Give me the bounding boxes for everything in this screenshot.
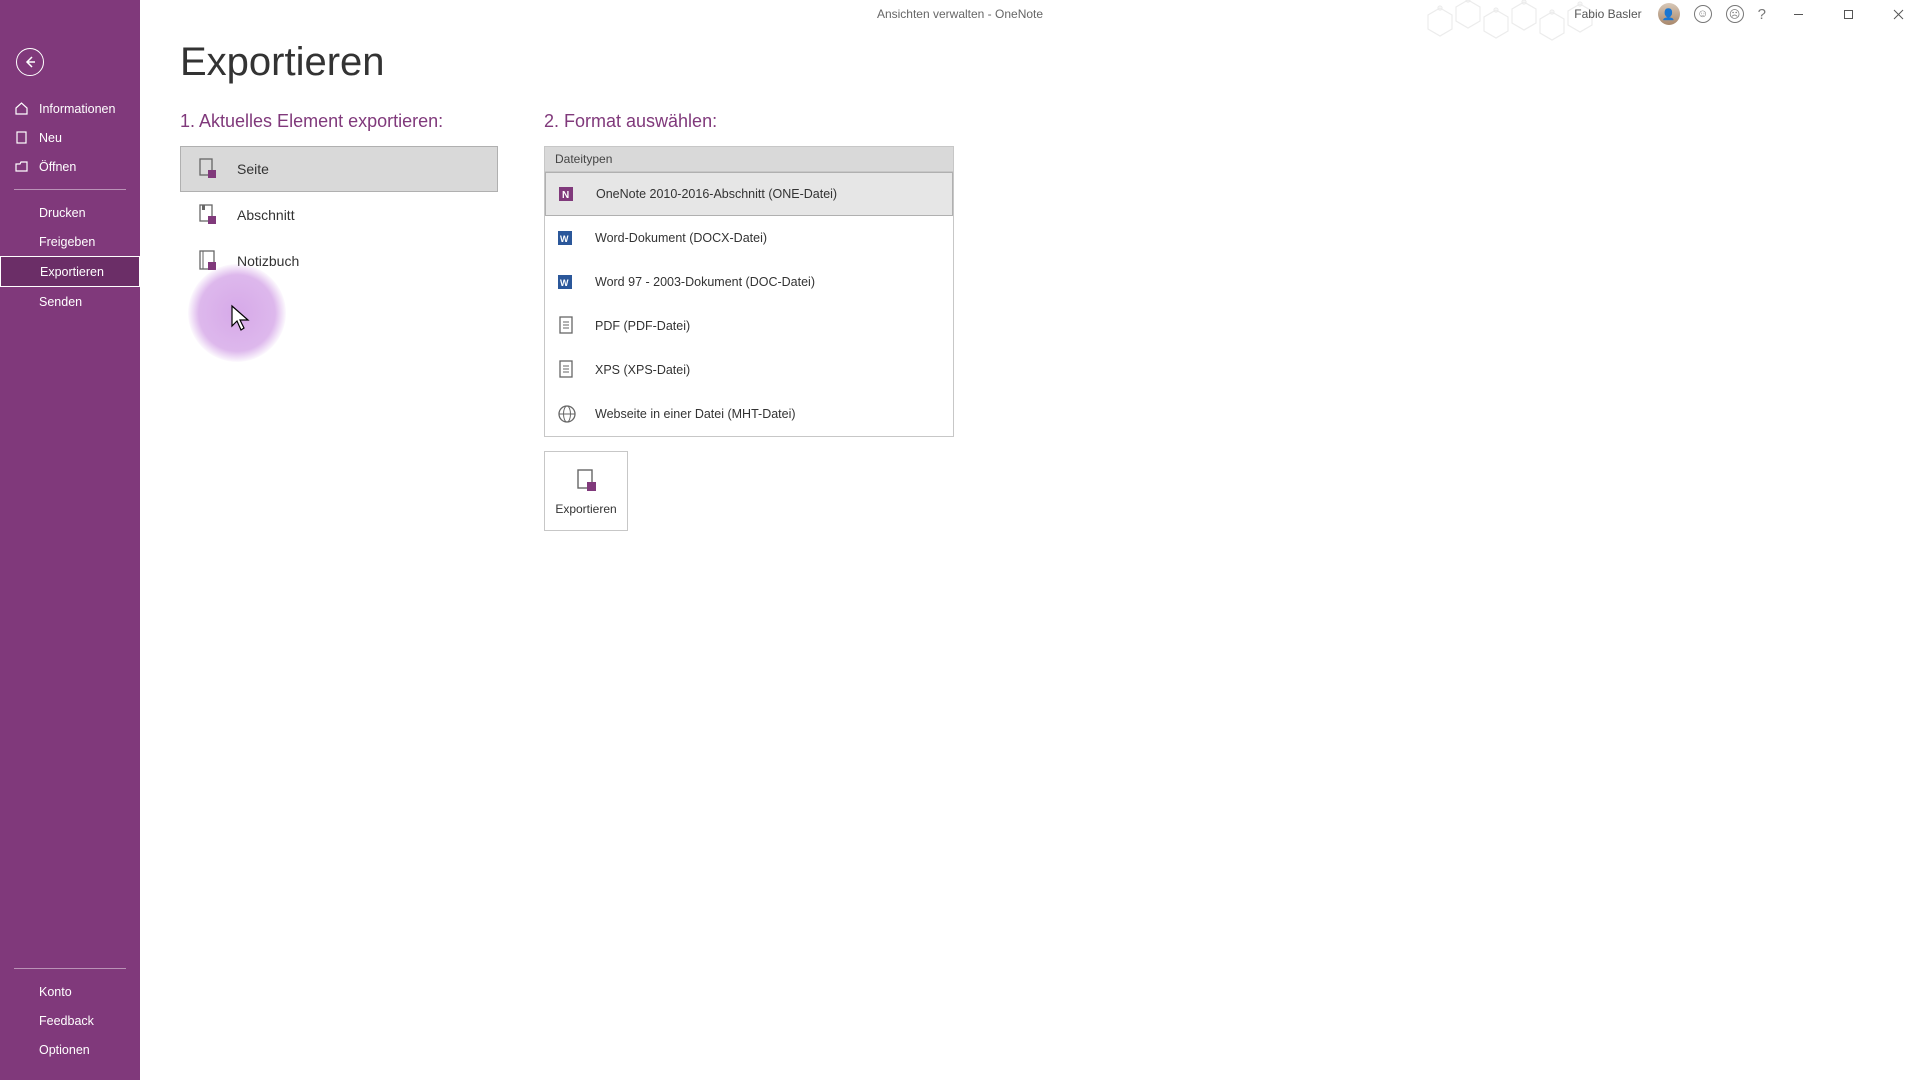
svg-text:N: N [562,190,569,201]
sidebar-item-exportieren[interactable]: Exportieren [0,256,140,287]
notebook-icon [195,248,221,274]
page-icon [195,156,221,182]
minimize-button[interactable] [1780,3,1816,25]
svg-text:W: W [560,234,569,244]
sidebar-item-label: Drucken [39,206,86,220]
sidebar: Informationen Neu Öffnen Drucken Freigeb… [0,0,140,1080]
avatar[interactable]: 👤 [1658,3,1680,25]
format-label: XPS (XPS-Datei) [595,363,690,377]
format-label: PDF (PDF-Datei) [595,319,690,333]
word97-file-icon: W [555,270,579,294]
format-item-onenote[interactable]: N OneNote 2010-2016-Abschnitt (ONE-Datei… [545,172,953,216]
window-title: Ansichten verwalten - OneNote [877,7,1043,21]
sidebar-item-drucken[interactable]: Drucken [0,198,140,227]
export-action-icon [571,466,601,496]
export-format-column: 2. Format auswählen: Dateitypen N OneNot… [544,111,954,531]
sidebar-item-label: Öffnen [39,160,76,174]
sidebar-item-label: Neu [39,131,62,145]
sidebar-item-feedback[interactable]: Feedback [0,1006,140,1035]
mht-file-icon [555,402,579,426]
sidebar-item-oeffnen[interactable]: Öffnen [0,152,140,181]
section-icon [195,202,221,228]
close-button[interactable] [1880,3,1916,25]
sidebar-item-label: Optionen [39,1043,90,1057]
export-element-column: 1. Aktuelles Element exportieren: Seite … [180,111,498,531]
xps-file-icon [555,358,579,382]
format-list: Dateitypen N OneNote 2010-2016-Abschnitt… [544,146,954,437]
format-item-doc[interactable]: W Word 97 - 2003-Dokument (DOC-Datei) [545,260,953,304]
home-icon [14,101,29,116]
format-label: Webseite in einer Datei (MHT-Datei) [595,407,796,421]
folder-open-icon [14,159,29,174]
sidebar-item-konto[interactable]: Konto [0,977,140,1006]
format-item-xps[interactable]: XPS (XPS-Datei) [545,348,953,392]
sidebar-item-freigeben[interactable]: Freigeben [0,227,140,256]
sidebar-divider [14,189,126,190]
titlebar: Ansichten verwalten - OneNote Fabio Basl… [0,0,1920,28]
elem-label: Notizbuch [237,253,299,269]
export-element-seite[interactable]: Seite [180,146,498,192]
format-item-docx[interactable]: W Word-Dokument (DOCX-Datei) [545,216,953,260]
page-title: Exportieren [180,40,1880,85]
sidebar-item-senden[interactable]: Senden [0,287,140,316]
user-name[interactable]: Fabio Basler [1574,7,1641,21]
sidebar-item-label: Konto [39,985,72,999]
format-label: Word 97 - 2003-Dokument (DOC-Datei) [595,275,815,289]
sidebar-item-label: Senden [39,295,82,309]
maximize-button[interactable] [1830,3,1866,25]
format-header: Dateitypen [545,147,953,172]
export-button-label: Exportieren [555,502,616,516]
format-item-mht[interactable]: Webseite in einer Datei (MHT-Datei) [545,392,953,436]
cursor-arrow-icon [230,304,252,332]
sidebar-item-label: Exportieren [40,265,104,279]
format-item-pdf[interactable]: PDF (PDF-Datei) [545,304,953,348]
export-element-notizbuch[interactable]: Notizbuch [180,238,498,284]
format-label: OneNote 2010-2016-Abschnitt (ONE-Datei) [596,187,837,201]
word-file-icon: W [555,226,579,250]
pdf-file-icon [555,314,579,338]
back-button[interactable] [16,48,44,76]
export-element-abschnitt[interactable]: Abschnitt [180,192,498,238]
sidebar-divider [14,968,126,969]
svg-text:W: W [560,278,569,288]
new-doc-icon [14,130,29,145]
main-content: Exportieren 1. Aktuelles Element exporti… [140,8,1920,1080]
help-icon[interactable]: ? [1758,6,1766,23]
export-button[interactable]: Exportieren [544,451,628,531]
sidebar-item-label: Feedback [39,1014,94,1028]
format-label: Word-Dokument (DOCX-Datei) [595,231,767,245]
sad-icon[interactable]: ☹ [1726,5,1744,23]
section1-heading: 1. Aktuelles Element exportieren: [180,111,498,132]
smiley-icon[interactable]: ☺ [1694,5,1712,23]
onenote-file-icon: N [556,182,580,206]
sidebar-item-neu[interactable]: Neu [0,123,140,152]
sidebar-item-label: Freigeben [39,235,95,249]
sidebar-item-informationen[interactable]: Informationen [0,94,140,123]
elem-label: Abschnitt [237,207,295,223]
section2-heading: 2. Format auswählen: [544,111,954,132]
elem-label: Seite [237,161,269,177]
sidebar-item-label: Informationen [39,102,115,116]
sidebar-item-optionen[interactable]: Optionen [0,1035,140,1064]
